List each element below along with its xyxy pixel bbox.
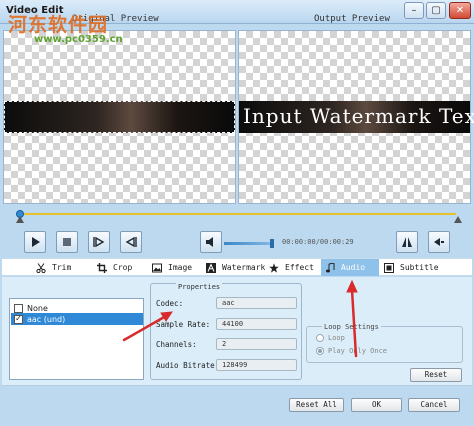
ok-button[interactable]: OK	[351, 398, 402, 412]
set-start-icon	[93, 236, 105, 248]
rotate-icon	[434, 238, 444, 246]
volume-slider[interactable]	[224, 242, 274, 245]
volume-slider-thumb[interactable]	[270, 239, 274, 248]
tab-crop-label: Crop	[113, 263, 133, 272]
stop-button[interactable]	[56, 231, 78, 253]
music-note-icon	[325, 261, 335, 273]
tab-effect-label: Effect	[285, 263, 314, 272]
tab-subtitle[interactable]: Subtitle	[380, 259, 443, 276]
tab-subtitle-label: Subtitle	[400, 263, 439, 272]
scissors-icon	[36, 262, 46, 273]
trim-start-marker[interactable]	[16, 216, 24, 223]
tab-audio[interactable]: Audio	[321, 259, 379, 276]
star-icon	[269, 262, 279, 273]
set-end-icon	[125, 236, 137, 248]
track-aac-checkbox[interactable]: ✓	[14, 314, 23, 324]
tab-image-label: Image	[168, 263, 193, 272]
tab-effect[interactable]: Effect	[265, 259, 318, 276]
flip-button[interactable]	[396, 231, 418, 253]
tab-watermark[interactable]: Watermark	[202, 259, 269, 276]
site-watermark-url: www.pc0359.cn	[34, 34, 123, 45]
codec-label: Codec:	[156, 299, 184, 308]
timecode-display: 00:00:00/00:00:29	[282, 238, 354, 246]
speaker-icon	[206, 237, 213, 247]
play-button[interactable]	[24, 231, 46, 253]
close-button[interactable]: ✕	[449, 2, 471, 19]
original-preview-pane	[3, 30, 236, 204]
timeline-slider[interactable]	[16, 210, 462, 223]
sample-rate-field: 44100	[216, 318, 297, 330]
set-start-button[interactable]	[88, 231, 110, 253]
subtitle-icon	[384, 262, 394, 273]
set-end-button[interactable]	[120, 231, 142, 253]
flip-icon	[402, 237, 412, 247]
channels-label: Channels:	[156, 340, 197, 349]
tab-trim-label: Trim	[52, 263, 72, 272]
cancel-button[interactable]: Cancel	[408, 398, 460, 412]
codec-field: aac	[216, 297, 297, 309]
track-aac-label: aac (und)	[27, 314, 66, 324]
track-none-label: None	[27, 303, 48, 313]
tab-trim[interactable]: Trim	[32, 259, 75, 276]
track-none-checkbox[interactable]	[14, 303, 23, 313]
edit-tabs: Trim Crop Image Watermark Effect Audio S…	[2, 258, 472, 276]
crop-icon	[97, 262, 107, 273]
play-once-radio-button[interactable]	[316, 347, 324, 355]
loop-settings-legend: Loop Settings	[322, 323, 381, 331]
channels-field: 2	[216, 338, 297, 350]
tab-watermark-label: Watermark	[222, 263, 266, 272]
audio-bitrate-field: 128499	[216, 359, 297, 371]
output-preview-label: Output Preview	[314, 14, 390, 24]
watermark-icon	[206, 262, 216, 273]
list-item[interactable]: ✓ aac (und)	[11, 313, 143, 325]
trim-end-marker[interactable]	[454, 216, 462, 223]
site-watermark-logo: 河东软件园	[8, 14, 109, 36]
properties-legend: Properties	[176, 283, 223, 291]
sample-rate-label: Sample Rate:	[156, 320, 211, 329]
play-once-radio[interactable]: Play Only Once	[316, 347, 387, 355]
maximize-button[interactable]: ▢	[426, 2, 446, 19]
original-video-frame	[4, 101, 235, 133]
output-preview-pane: Input Watermark Text	[238, 30, 474, 204]
volume-button[interactable]	[200, 231, 222, 253]
output-video-frame: Input Watermark Text	[239, 101, 474, 133]
play-icon	[32, 237, 40, 247]
tab-image[interactable]: Image	[148, 259, 196, 276]
loop-settings-group	[306, 326, 463, 363]
image-icon	[152, 263, 162, 273]
reset-all-button[interactable]: Reset All	[289, 398, 344, 412]
crop-selection[interactable]	[4, 101, 235, 133]
play-once-radio-label: Play Only Once	[328, 347, 388, 355]
reset-button[interactable]: Reset	[410, 368, 462, 382]
loop-radio[interactable]: Loop	[316, 334, 345, 342]
loop-radio-label: Loop	[328, 334, 345, 342]
tab-crop[interactable]: Crop	[93, 259, 136, 276]
watermark-text-overlay: Input Watermark Text	[243, 104, 474, 128]
audio-bitrate-label: Audio Bitrate:	[156, 361, 220, 370]
tab-audio-label: Audio	[341, 263, 366, 272]
minimize-button[interactable]: –	[404, 2, 424, 19]
loop-radio-button[interactable]	[316, 334, 324, 342]
timeline-track	[20, 213, 456, 215]
audio-track-list[interactable]: None ✓ aac (und)	[9, 298, 144, 380]
rotate-button[interactable]	[428, 231, 450, 253]
stop-icon	[63, 238, 71, 246]
